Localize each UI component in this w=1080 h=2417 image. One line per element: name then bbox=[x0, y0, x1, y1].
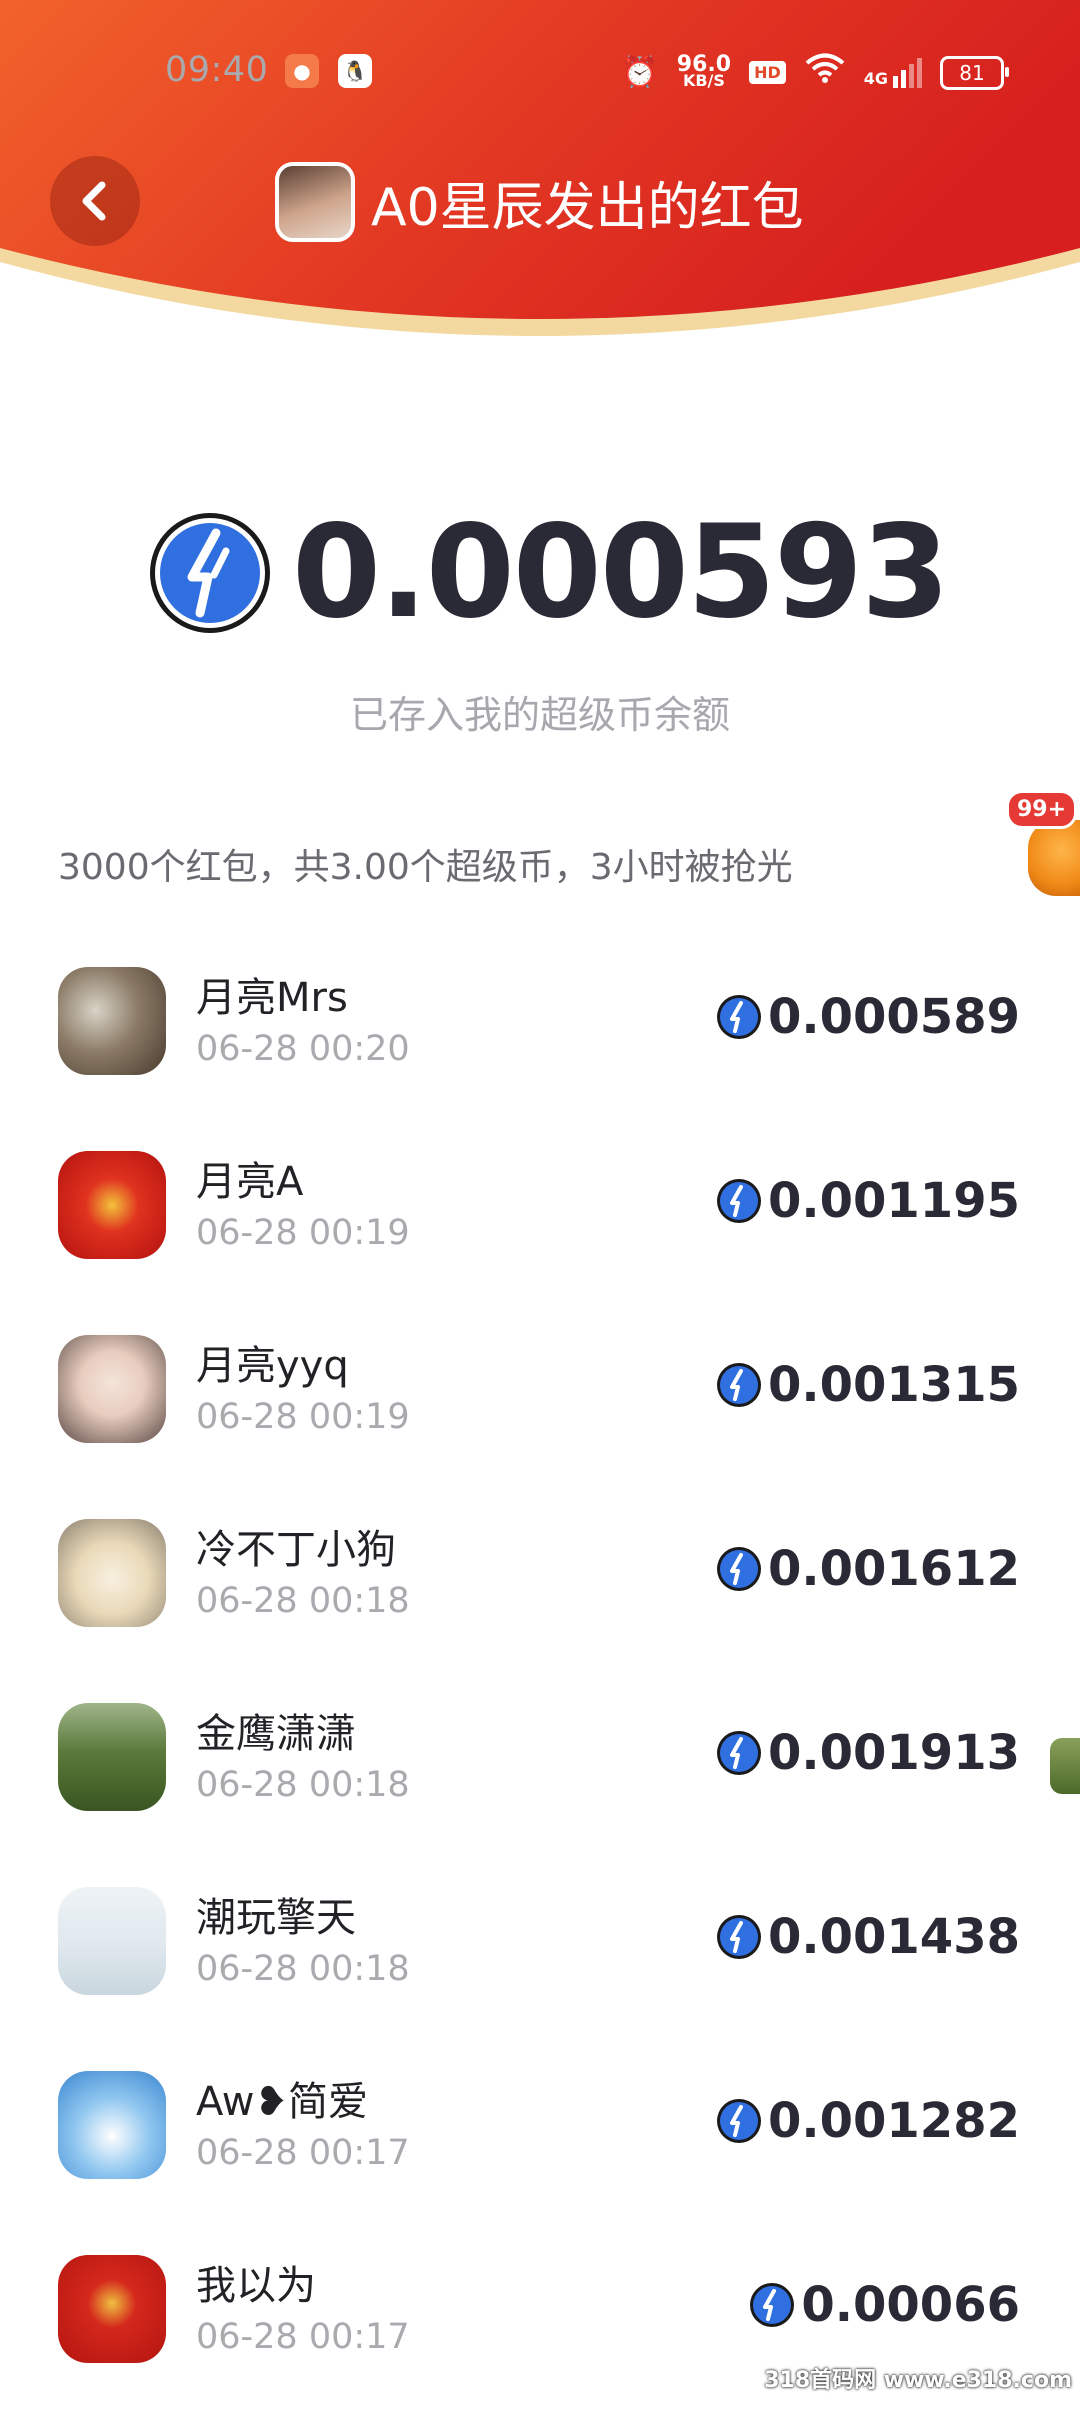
avatar bbox=[58, 1887, 166, 1995]
super-coin-icon bbox=[716, 1363, 761, 1407]
recipient-name: 月亮yyq bbox=[196, 1343, 349, 1389]
list-item[interactable]: 月亮Mrs 06-28 00:20 0.000589 bbox=[0, 945, 1080, 1129]
tiger-mascot-icon bbox=[1028, 820, 1080, 896]
super-coin-icon bbox=[716, 1915, 761, 1959]
grab-time: 06-28 00:19 bbox=[196, 1213, 410, 1253]
qq-icon: 🐧 bbox=[338, 54, 372, 88]
grab-time: 06-28 00:17 bbox=[196, 2317, 410, 2357]
grab-amount: 0.001315 bbox=[716, 1357, 1020, 1413]
floating-activity-widget[interactable]: 99+ bbox=[1006, 790, 1080, 900]
grab-amount: 0.000589 bbox=[716, 989, 1020, 1045]
grab-time: 06-28 00:19 bbox=[196, 1397, 410, 1437]
grab-amount-value: 0.001195 bbox=[767, 1173, 1020, 1229]
grab-amount: 0.001612 bbox=[716, 1541, 1020, 1597]
super-coin-icon bbox=[716, 1547, 761, 1591]
avatar bbox=[58, 1335, 166, 1443]
grab-time: 06-28 00:18 bbox=[196, 1581, 410, 1621]
list-item[interactable]: 金鹰潇潇 06-28 00:18 0.001913 bbox=[0, 1681, 1080, 1865]
grab-time: 06-28 00:20 bbox=[196, 1029, 410, 1069]
alarm-icon: ⏰ bbox=[621, 55, 659, 90]
recipient-name: Aw❥简爱 bbox=[196, 2079, 368, 2125]
hd-icon: HD bbox=[749, 61, 786, 84]
super-coin-icon bbox=[716, 995, 761, 1039]
wifi-icon bbox=[804, 52, 846, 93]
grab-amount-value: 0.001612 bbox=[767, 1541, 1020, 1597]
avatar bbox=[58, 2255, 166, 2363]
grab-amount: 0.001913 bbox=[716, 1725, 1020, 1781]
grab-amount: 0.001438 bbox=[716, 1909, 1020, 1965]
avatar bbox=[58, 1519, 166, 1627]
battery-icon: 81 bbox=[940, 55, 1009, 90]
grab-amount: 0.001282 bbox=[716, 2093, 1020, 2149]
avatar bbox=[58, 1151, 166, 1259]
list-item[interactable]: 潮玩擎天 06-28 00:18 0.001438 bbox=[0, 1865, 1080, 2049]
list-item[interactable]: 冷不丁小狗 06-28 00:18 0.001612 bbox=[0, 1497, 1080, 1681]
super-coin-icon bbox=[716, 1179, 761, 1223]
list-item[interactable]: 月亮yyq 06-28 00:19 0.001315 bbox=[0, 1313, 1080, 1497]
cellular-signal-icon: 4G bbox=[863, 57, 922, 88]
super-coin-icon bbox=[716, 1731, 761, 1775]
recipient-name: 金鹰潇潇 bbox=[196, 1711, 356, 1757]
status-time: 09:40 bbox=[165, 50, 269, 90]
grab-time: 06-28 00:18 bbox=[196, 1765, 410, 1805]
grab-amount-value: 0.00066 bbox=[801, 2277, 1020, 2333]
status-bar: 09:40 ● 🐧 ⏰ 96.0 KB/S HD 4G 81 bbox=[0, 40, 1080, 100]
super-coin-icon bbox=[150, 512, 270, 633]
page-title: A0星辰发出的红包 bbox=[371, 177, 804, 238]
recipient-list: 月亮Mrs 06-28 00:20 0.000589 月亮A 06-28 00:… bbox=[0, 945, 1080, 2417]
network-type-label: 4G bbox=[863, 68, 888, 88]
title-group: A0星辰发出的红包 bbox=[275, 160, 804, 244]
grab-amount-value: 0.001315 bbox=[767, 1357, 1020, 1413]
notification-badge: 99+ bbox=[1006, 790, 1078, 829]
avatar bbox=[58, 2071, 166, 2179]
avatar bbox=[58, 1703, 166, 1811]
grab-time: 06-28 00:18 bbox=[196, 1949, 410, 1989]
recipient-name: 潮玩擎天 bbox=[196, 1895, 356, 1941]
recipient-name: 我以为 bbox=[196, 2263, 316, 2309]
list-item[interactable]: Aw❥简爱 06-28 00:17 0.001282 bbox=[0, 2049, 1080, 2233]
grab-time: 06-28 00:17 bbox=[196, 2133, 410, 2173]
super-coin-icon bbox=[750, 2283, 795, 2327]
grab-amount-value: 0.001282 bbox=[767, 2093, 1020, 2149]
list-item[interactable]: 月亮A 06-28 00:19 0.001195 bbox=[0, 1129, 1080, 1313]
balance-note: 已存入我的超级币余额 bbox=[349, 693, 730, 737]
chevron-left-icon bbox=[82, 181, 106, 221]
super-coin-icon bbox=[716, 2099, 761, 2143]
recipient-name: 冷不丁小狗 bbox=[196, 1527, 396, 1573]
app-notification-icon: ● bbox=[285, 54, 319, 88]
grab-amount-value: 0.001438 bbox=[767, 1909, 1020, 1965]
grab-amount-value: 0.000589 bbox=[767, 989, 1020, 1045]
grab-amount-value: 0.001913 bbox=[767, 1725, 1020, 1781]
site-watermark: 318首码网 www.e318.com bbox=[764, 2368, 1072, 2393]
grab-amount: 0.001195 bbox=[716, 1173, 1020, 1229]
back-button[interactable] bbox=[50, 156, 140, 246]
received-amount-group: 0.000593 bbox=[148, 498, 950, 647]
recipient-name: 月亮A bbox=[196, 1159, 304, 1205]
recipient-name: 月亮Mrs bbox=[196, 975, 348, 1021]
avatar bbox=[58, 967, 166, 1075]
received-amount: 0.000593 bbox=[292, 498, 950, 647]
sender-avatar[interactable] bbox=[275, 162, 355, 242]
network-speed-unit: KB/S bbox=[682, 70, 725, 90]
packet-summary: 3000个红包，共3.00个超级币，3小时被抢光 bbox=[58, 847, 793, 888]
network-speed: 96.0 KB/S bbox=[677, 53, 731, 90]
header: 09:40 ● 🐧 ⏰ 96.0 KB/S HD 4G 81 A0星辰发出的红包 bbox=[0, 0, 1080, 370]
grab-amount: 0.00066 bbox=[749, 2277, 1020, 2333]
